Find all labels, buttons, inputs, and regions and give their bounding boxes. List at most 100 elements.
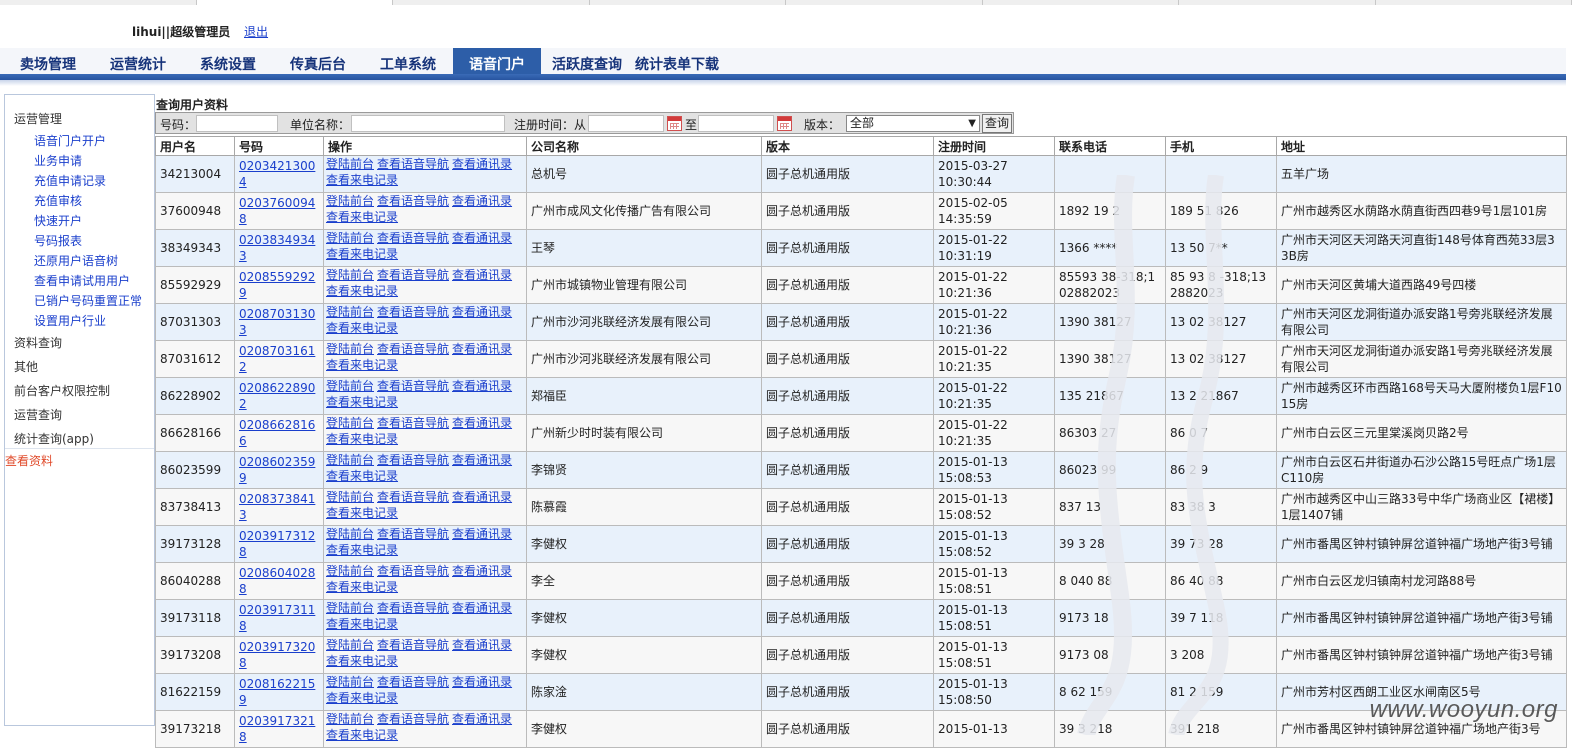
logout-link[interactable]: 退出 — [244, 25, 268, 39]
number-link[interactable]: 02083738413 — [239, 492, 315, 522]
sidebar-item-number-report[interactable]: 号码报表 — [34, 232, 82, 249]
sidebar-section-permission[interactable]: 前台客户权限控制 — [14, 382, 110, 399]
view-call-records-link[interactable]: 查看来电记录 — [326, 469, 398, 483]
number-link[interactable]: 02081622159 — [239, 677, 315, 707]
view-call-records-link[interactable]: 查看来电记录 — [326, 284, 398, 298]
view-contacts-link[interactable]: 查看通讯录 — [452, 601, 512, 615]
number-link[interactable]: 02086040288 — [239, 566, 315, 596]
version-select[interactable]: 全部 ▼ — [846, 115, 980, 132]
number-link[interactable]: 02034213004 — [239, 159, 315, 189]
tab-ops-stats[interactable]: 运营统计 — [96, 48, 180, 74]
login-frontend-link[interactable]: 登陆前台 — [326, 453, 374, 467]
sidebar-section-ops-query[interactable]: 运营查询 — [14, 406, 62, 423]
number-link[interactable]: 02039173208 — [239, 640, 315, 670]
calendar-icon[interactable] — [777, 116, 792, 131]
view-voice-nav-link[interactable]: 查看语音导航 — [377, 601, 449, 615]
number-link[interactable]: 02087031303 — [239, 307, 315, 337]
view-contacts-link[interactable]: 查看通讯录 — [452, 564, 512, 578]
view-voice-nav-link[interactable]: 查看语音导航 — [377, 675, 449, 689]
company-input[interactable] — [351, 115, 505, 132]
number-link[interactable]: 02086023599 — [239, 455, 315, 485]
login-frontend-link[interactable]: 登陆前台 — [326, 490, 374, 504]
view-voice-nav-link[interactable]: 查看语音导航 — [377, 490, 449, 504]
login-frontend-link[interactable]: 登陆前台 — [326, 564, 374, 578]
view-contacts-link[interactable]: 查看通讯录 — [452, 527, 512, 541]
sidebar-section-data-query[interactable]: 资料查询 — [14, 334, 62, 351]
number-input[interactable] — [196, 115, 278, 132]
sidebar-item-recharge-records[interactable]: 充值申请记录 — [34, 172, 106, 189]
view-contacts-link[interactable]: 查看通讯录 — [452, 379, 512, 393]
view-voice-nav-link[interactable]: 查看语音导航 — [377, 527, 449, 541]
number-link[interactable]: 02038349343 — [239, 233, 315, 263]
view-contacts-link[interactable]: 查看通讯录 — [452, 416, 512, 430]
number-link[interactable]: 02086628166 — [239, 418, 315, 448]
view-contacts-link[interactable]: 查看通讯录 — [452, 305, 512, 319]
sidebar-item-quick-open[interactable]: 快速开户 — [34, 212, 82, 229]
view-voice-nav-link[interactable]: 查看语音导航 — [377, 453, 449, 467]
view-call-records-link[interactable]: 查看来电记录 — [326, 432, 398, 446]
view-call-records-link[interactable]: 查看来电记录 — [326, 321, 398, 335]
view-voice-nav-link[interactable]: 查看语音导航 — [377, 416, 449, 430]
view-call-records-link[interactable]: 查看来电记录 — [326, 506, 398, 520]
sidebar-item-trial-users[interactable]: 查看申请试用用户 — [34, 272, 130, 289]
sidebar-section-stats-app[interactable]: 统计查询(app) — [14, 430, 94, 447]
view-voice-nav-link[interactable]: 查看语音导航 — [377, 268, 449, 282]
sidebar-item-reset-number[interactable]: 已销户号码重置正常 — [34, 292, 142, 309]
view-call-records-link[interactable]: 查看来电记录 — [326, 173, 398, 187]
view-contacts-link[interactable]: 查看通讯录 — [452, 231, 512, 245]
number-link[interactable]: 02086228902 — [239, 381, 315, 411]
tab-activity-query[interactable]: 活跃度查询 — [547, 48, 627, 74]
tab-system-settings[interactable]: 系统设置 — [186, 48, 270, 74]
tab-ticket-system[interactable]: 工单系统 — [366, 48, 450, 74]
view-voice-nav-link[interactable]: 查看语音导航 — [377, 194, 449, 208]
login-frontend-link[interactable]: 登陆前台 — [326, 416, 374, 430]
login-frontend-link[interactable]: 登陆前台 — [326, 601, 374, 615]
start-date-input[interactable] — [588, 115, 664, 132]
number-link[interactable]: 02037600948 — [239, 196, 315, 226]
login-frontend-link[interactable]: 登陆前台 — [326, 675, 374, 689]
view-voice-nav-link[interactable]: 查看语音导航 — [377, 712, 449, 726]
view-voice-nav-link[interactable]: 查看语音导航 — [377, 564, 449, 578]
sidebar-item-view-data[interactable]: 查看资料 — [5, 452, 53, 469]
login-frontend-link[interactable]: 登陆前台 — [326, 379, 374, 393]
view-contacts-link[interactable]: 查看通讯录 — [452, 490, 512, 504]
number-link[interactable]: 02085592929 — [239, 270, 315, 300]
number-link[interactable]: 02039173128 — [239, 529, 315, 559]
tab-stats-download[interactable]: 统计表单下载 — [631, 48, 723, 74]
number-link[interactable]: 02087031612 — [239, 344, 315, 374]
view-voice-nav-link[interactable]: 查看语音导航 — [377, 231, 449, 245]
view-call-records-link[interactable]: 查看来电记录 — [326, 580, 398, 594]
view-contacts-link[interactable]: 查看通讯录 — [452, 157, 512, 171]
tab-voice-portal[interactable]: 语音门户 — [453, 48, 541, 74]
login-frontend-link[interactable]: 登陆前台 — [326, 157, 374, 171]
view-contacts-link[interactable]: 查看通讯录 — [452, 268, 512, 282]
view-contacts-link[interactable]: 查看通讯录 — [452, 194, 512, 208]
sidebar-item-open-account[interactable]: 语音门户开户 — [34, 132, 106, 149]
login-frontend-link[interactable]: 登陆前台 — [326, 342, 374, 356]
login-frontend-link[interactable]: 登陆前台 — [326, 268, 374, 282]
calendar-icon[interactable] — [667, 116, 682, 131]
sidebar-item-restore-voice-tree[interactable]: 还原用户语音树 — [34, 252, 118, 269]
sidebar-item-recharge-audit[interactable]: 充值审核 — [34, 192, 82, 209]
view-contacts-link[interactable]: 查看通讯录 — [452, 638, 512, 652]
view-contacts-link[interactable]: 查看通讯录 — [452, 342, 512, 356]
login-frontend-link[interactable]: 登陆前台 — [326, 638, 374, 652]
search-button[interactable]: 查询 — [982, 114, 1012, 133]
view-call-records-link[interactable]: 查看来电记录 — [326, 358, 398, 372]
view-voice-nav-link[interactable]: 查看语音导航 — [377, 305, 449, 319]
view-call-records-link[interactable]: 查看来电记录 — [326, 210, 398, 224]
sidebar-item-set-industry[interactable]: 设置用户行业 — [34, 312, 106, 329]
view-call-records-link[interactable]: 查看来电记录 — [326, 247, 398, 261]
login-frontend-link[interactable]: 登陆前台 — [326, 305, 374, 319]
sidebar-section-other[interactable]: 其他 — [14, 358, 38, 375]
view-voice-nav-link[interactable]: 查看语音导航 — [377, 379, 449, 393]
view-call-records-link[interactable]: 查看来电记录 — [326, 543, 398, 557]
view-contacts-link[interactable]: 查看通讯录 — [452, 453, 512, 467]
end-date-input[interactable] — [698, 115, 774, 132]
view-call-records-link[interactable]: 查看来电记录 — [326, 617, 398, 631]
view-call-records-link[interactable]: 查看来电记录 — [326, 691, 398, 705]
view-voice-nav-link[interactable]: 查看语音导航 — [377, 342, 449, 356]
view-voice-nav-link[interactable]: 查看语音导航 — [377, 157, 449, 171]
login-frontend-link[interactable]: 登陆前台 — [326, 712, 374, 726]
view-call-records-link[interactable]: 查看来电记录 — [326, 654, 398, 668]
